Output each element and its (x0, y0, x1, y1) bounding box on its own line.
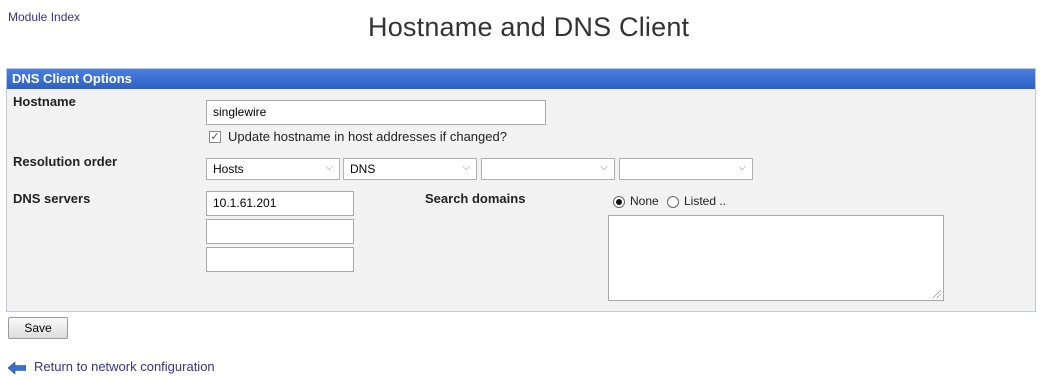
search-listed-radio[interactable] (667, 196, 679, 208)
resolution-order-select-1[interactable]: Hosts ⌵ (206, 158, 340, 180)
update-hostname-label: Update hostname in host addresses if cha… (228, 129, 507, 144)
hostname-input[interactable]: singlewire (206, 100, 546, 125)
page-title: Hostname and DNS Client (368, 12, 690, 42)
resolution-select-2-value: DNS (350, 162, 376, 176)
chevron-down-icon: ⌵ (462, 162, 470, 173)
resolution-order-select-4[interactable]: ⌵ (619, 158, 753, 180)
dns-client-options-panel: DNS Client Options Hostname singlewire ✓… (6, 68, 1036, 312)
dns-server-input-1[interactable]: 10.1.61.201 (206, 191, 354, 216)
search-listed-label: Listed .. (684, 194, 727, 208)
hostname-label: Hostname (13, 94, 76, 109)
update-hostname-checkbox[interactable]: ✓ (209, 131, 221, 143)
search-none-label: None (630, 194, 659, 208)
dns-servers-label: DNS servers (13, 191, 91, 206)
save-button[interactable]: Save (8, 317, 68, 339)
module-index-link[interactable]: Module Index (8, 10, 80, 24)
arrow-left-icon (8, 361, 26, 374)
dns-server-input-3[interactable] (206, 247, 354, 272)
checkmark-icon: ✓ (210, 131, 220, 143)
chevron-down-icon: ⌵ (325, 162, 333, 173)
resolution-order-select-2[interactable]: DNS ⌵ (343, 158, 477, 180)
resolution-order-select-3[interactable]: ⌵ (481, 158, 615, 180)
search-domains-label: Search domains (425, 191, 526, 206)
resize-grip-icon[interactable] (933, 290, 941, 298)
return-to-network-config-link[interactable]: Return to network configuration (8, 359, 215, 374)
dns-server-input-2[interactable] (206, 219, 354, 244)
search-domains-textarea[interactable] (608, 215, 944, 301)
search-none-radio[interactable] (613, 196, 625, 208)
chevron-down-icon: ⌵ (600, 162, 608, 173)
chevron-down-icon: ⌵ (738, 162, 746, 173)
resolution-order-label: Resolution order (13, 154, 118, 169)
return-link-label: Return to network configuration (34, 359, 215, 374)
resolution-select-1-value: Hosts (213, 162, 244, 176)
panel-title: DNS Client Options (7, 69, 1035, 89)
